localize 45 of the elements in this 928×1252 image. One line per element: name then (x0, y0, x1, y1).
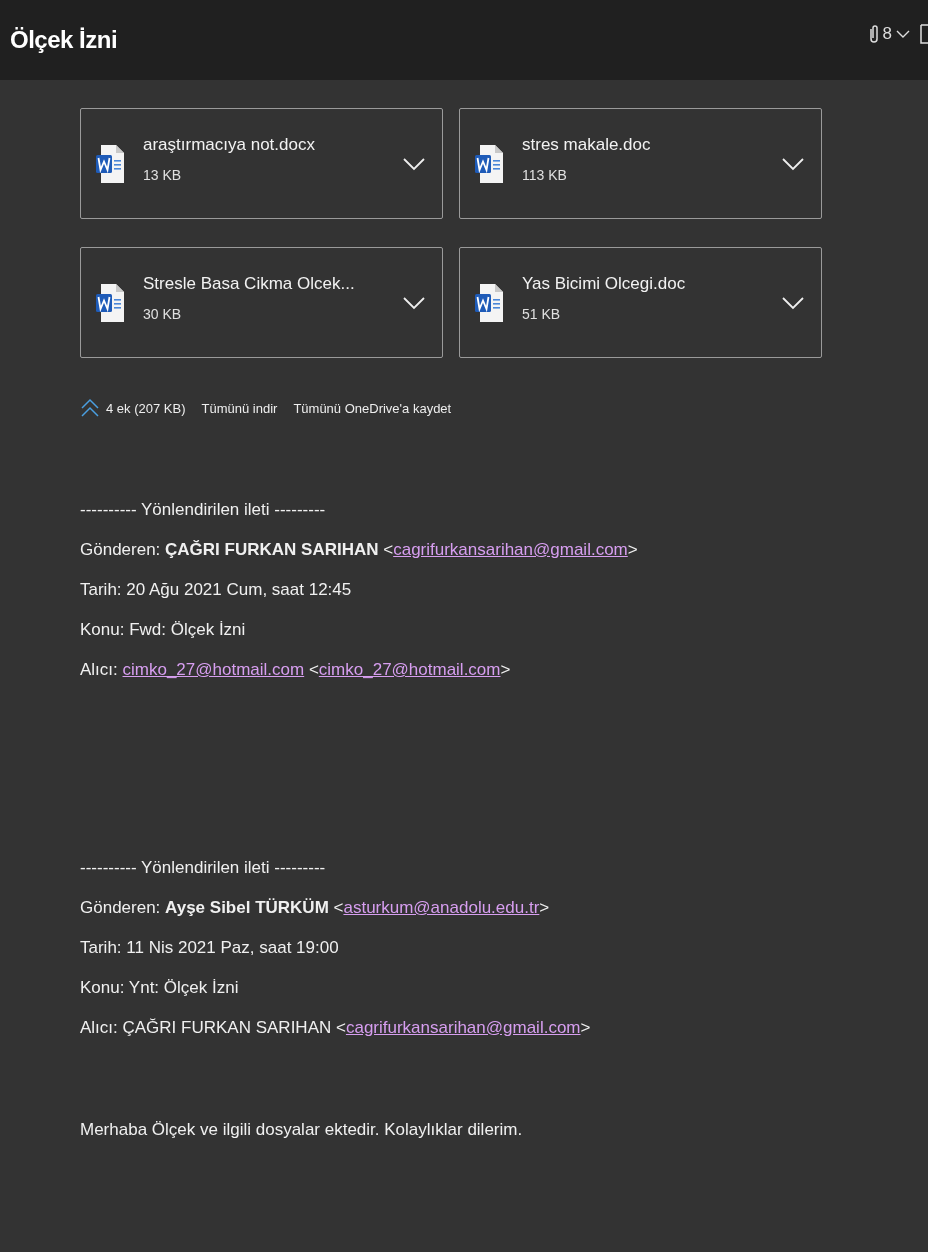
chevron-down-icon[interactable] (896, 29, 910, 39)
word-document-icon (95, 143, 125, 184)
forward-separator: ---------- Yönlendirilen ileti --------- (80, 857, 327, 879)
file-size: 51 KB (522, 305, 562, 322)
attachment-card[interactable]: Stresle Basa Cikma Olcek... 30 KB (80, 247, 443, 358)
file-size: 30 KB (143, 305, 183, 322)
attachment-summary: 4 ek (207 KB) (106, 400, 186, 416)
header-line: Tarih: 20 Ağu 2021 Cum, saat 12:45 (80, 579, 353, 601)
message-body: Merhaba Ölçek ve ilgili dosyalar ektedir. Kolaylıklar dilerim. (80, 1119, 524, 1141)
email-link[interactable]: cagrifurkansarihan@gmail.com (393, 540, 628, 559)
collapse-icon[interactable] (80, 398, 100, 418)
forward-separator: ---------- Yönlendirilen ileti --------- (80, 499, 327, 521)
chevron-down-icon[interactable] (402, 155, 426, 172)
email-link[interactable]: cagrifurkansarihan@gmail.com (345, 1018, 581, 1037)
file-size: 13 KB (143, 166, 183, 183)
attachment-card[interactable]: stres makale.doc 113 KB (459, 108, 822, 219)
chevron-down-icon[interactable] (781, 294, 805, 311)
email-link[interactable]: asturkum@anadolu.edu.tr (343, 898, 540, 917)
file-name: stres makale.doc (522, 134, 652, 155)
paperclip-icon[interactable] (868, 24, 879, 44)
document-icon[interactable] (920, 24, 928, 44)
header-line: Alıcı: ÇAĞRI FURKAN SARIHAN <cagrifurkansarihan@gmail.com> (80, 1017, 592, 1039)
save-to-onedrive-link[interactable]: Tümünü OneDrive'a kaydet (293, 400, 452, 416)
chevron-down-icon[interactable] (781, 155, 805, 172)
file-name: Yas Bicimi Olcegi.doc (522, 273, 687, 294)
header-line: Gönderen: ÇAĞRI FURKAN SARIHAN <cagrifurkansarihan@gmail.com> (80, 539, 639, 561)
file-name: Stresle Basa Cikma Olcek... (143, 273, 356, 294)
file-size: 113 KB (522, 166, 568, 183)
header-line: Konu: Ynt: Ölçek İzni (80, 977, 240, 999)
header-line: Tarih: 11 Nis 2021 Paz, saat 19:00 (80, 937, 340, 959)
word-document-icon (474, 143, 504, 184)
email-subject: Ölçek İzni (10, 26, 118, 54)
attachment-card[interactable]: araştırmacıya not.docx 13 KB (80, 108, 443, 219)
word-document-icon (474, 282, 504, 323)
email-link[interactable]: cimko_27@hotmail.com (122, 660, 305, 679)
chevron-down-icon[interactable] (402, 294, 426, 311)
header-line: Alıcı: cimko_27@hotmail.com <cimko_27@hotmail.com> (80, 659, 512, 681)
attachment-card[interactable]: Yas Bicimi Olcegi.doc 51 KB (459, 247, 822, 358)
word-document-icon (95, 282, 125, 323)
attachment-count: 8 (882, 24, 892, 44)
download-all-link[interactable]: Tümünü indir (201, 400, 278, 416)
email-link[interactable]: cimko_27@hotmail.com (318, 660, 501, 679)
file-name: araştırmacıya not.docx (143, 134, 316, 155)
header-line: Gönderen: Ayşe Sibel TÜRKÜM <asturkum@anadolu.edu.tr> (80, 897, 551, 919)
header-line: Konu: Fwd: Ölçek İzni (80, 619, 247, 641)
